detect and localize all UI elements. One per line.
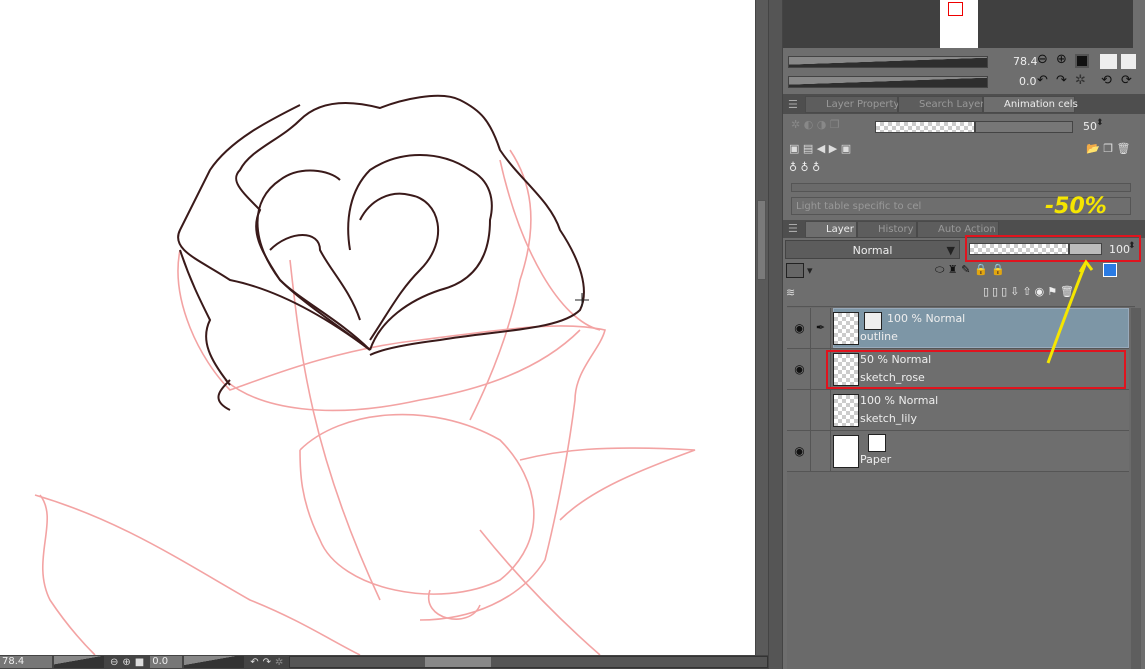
eye-slot[interactable] <box>789 390 811 430</box>
animation-tool-icons[interactable]: ✲ ◐ ◑ ❐ <box>791 118 840 131</box>
drawing-canvas[interactable] <box>0 0 755 655</box>
layer-row-paper[interactable]: ◉ Paper <box>787 431 1129 472</box>
rotate-right-icon[interactable]: ↷ <box>263 657 271 668</box>
layer-color-swatch[interactable] <box>786 263 804 278</box>
navigator-thumbnail[interactable] <box>940 0 978 48</box>
zoom-slider[interactable] <box>54 656 104 668</box>
horizontal-scrollbar[interactable] <box>289 656 768 668</box>
flip-icon[interactable]: ⟲ <box>1101 73 1112 88</box>
rotation-value[interactable]: 0.0 <box>150 656 183 668</box>
panel-menu-icon[interactable]: ☰ <box>788 98 798 111</box>
eye-icon[interactable]: ◉ <box>789 431 811 471</box>
zoom-value[interactable]: 78.4 <box>0 656 52 668</box>
chevron-down-icon[interactable]: ▾ <box>807 264 813 277</box>
rotate-left-icon[interactable]: ↶ <box>1037 73 1048 88</box>
tab-history[interactable]: History <box>857 221 917 238</box>
chevron-down-icon: ▼ <box>946 244 955 257</box>
layer-lock-icons[interactable]: ⬭ ♜ ✎ 🔒 🔒 <box>935 263 1005 277</box>
blend-mode-value: Normal <box>852 244 893 257</box>
rose-artwork <box>34 94 696 655</box>
pen-slot <box>811 390 831 430</box>
rotate-right-icon[interactable]: ↷ <box>1056 73 1067 88</box>
blend-mode-dropdown[interactable]: Normal ▼ <box>785 240 960 259</box>
horizontal-scroll-thumb[interactable] <box>425 657 492 667</box>
actual-size-icon[interactable] <box>1121 54 1136 69</box>
fit-screen-icon[interactable] <box>1075 54 1089 68</box>
vector-layer-icon <box>864 312 882 330</box>
cel-list[interactable] <box>791 183 1131 192</box>
tab-layer[interactable]: Layer <box>805 221 857 238</box>
fit-icon[interactable]: ■ <box>135 657 144 668</box>
layer-list-scrollbar[interactable] <box>1131 308 1141 669</box>
eye-icon[interactable]: ◉ <box>789 349 811 389</box>
zoom-out-icon[interactable]: ⊖ <box>110 657 118 668</box>
light-table-opacity-slider[interactable] <box>875 121 975 133</box>
layer-color-icon[interactable] <box>1103 263 1117 277</box>
canvas-vertical-scrollbar[interactable] <box>755 0 768 655</box>
pen-icon: ✒ <box>811 308 831 348</box>
panel-divider[interactable] <box>768 0 783 669</box>
rotation-slider[interactable] <box>184 656 245 668</box>
navigator-preview[interactable] <box>783 0 1133 48</box>
navigator-zoom-value: 78.4 <box>1013 55 1038 68</box>
layer-thumbnail <box>833 312 859 345</box>
cel-nav-icons[interactable]: ▣ ▤ ◀ ▶ ▣ <box>789 142 851 155</box>
view-area-box[interactable] <box>948 2 963 16</box>
tab-animation-cels[interactable]: Animation cels <box>983 96 1078 113</box>
light-table-opacity-value: 50 <box>1083 120 1097 133</box>
cel-file-icons[interactable]: 📂 ❐ 🗑 <box>1086 142 1131 155</box>
layer-thumbnail <box>833 435 859 468</box>
navigator-rotation-slider[interactable] <box>788 76 988 88</box>
layer-opacity-mode: 100 % Normal <box>887 312 966 325</box>
layer-stack-icon: ≋ <box>786 286 796 299</box>
eye-icon[interactable]: ◉ <box>789 308 811 348</box>
pen-slot <box>811 431 831 471</box>
navigator-rotation-value: 0.0 <box>1019 75 1037 88</box>
light-table-icons[interactable]: ♁ ♁ ♁ <box>789 161 820 174</box>
paper-icon <box>868 434 886 452</box>
stepper-icon[interactable]: ⬍ <box>1096 118 1104 128</box>
tab-layer-property[interactable]: Layer Property <box>805 96 899 113</box>
rotate-left-icon[interactable]: ↶ <box>250 657 258 668</box>
reset-rotation-icon[interactable]: ✲ <box>1075 73 1086 88</box>
reset-rotation-icon[interactable]: ✲ <box>275 657 283 668</box>
annotation-text: -50% <box>1045 194 1107 219</box>
flip-vertical-icon[interactable]: ⟳ <box>1121 73 1132 88</box>
annotation-arrow <box>1046 259 1094 364</box>
zoom-in-icon[interactable]: ⊕ <box>122 657 130 668</box>
zoom-out-icon[interactable]: ⊖ <box>1037 52 1048 67</box>
flip-horizontal-icon[interactable] <box>1100 54 1117 69</box>
zoom-in-icon[interactable]: ⊕ <box>1056 52 1067 67</box>
layer-name: Paper <box>860 453 892 466</box>
layer-row-sketch-lily[interactable]: 100 % Normal sketch_lily <box>787 390 1129 431</box>
vertical-scroll-thumb[interactable] <box>757 200 766 280</box>
layer-name: outline <box>860 330 898 343</box>
navigator-zoom-slider[interactable] <box>788 56 988 68</box>
layer-name: sketch_lily <box>860 412 917 425</box>
tab-search-layer[interactable]: Search Layer <box>898 96 984 113</box>
slider-track[interactable] <box>975 121 1073 133</box>
status-bar: 78.4 ⊖ ⊕ ■ 0.0 ↶ ↷ ✲ <box>0 655 768 669</box>
layer-opacity-mode: 100 % Normal <box>860 394 939 407</box>
panel-menu-icon[interactable]: ☰ <box>788 222 798 235</box>
layer-thumbnail <box>833 394 859 427</box>
